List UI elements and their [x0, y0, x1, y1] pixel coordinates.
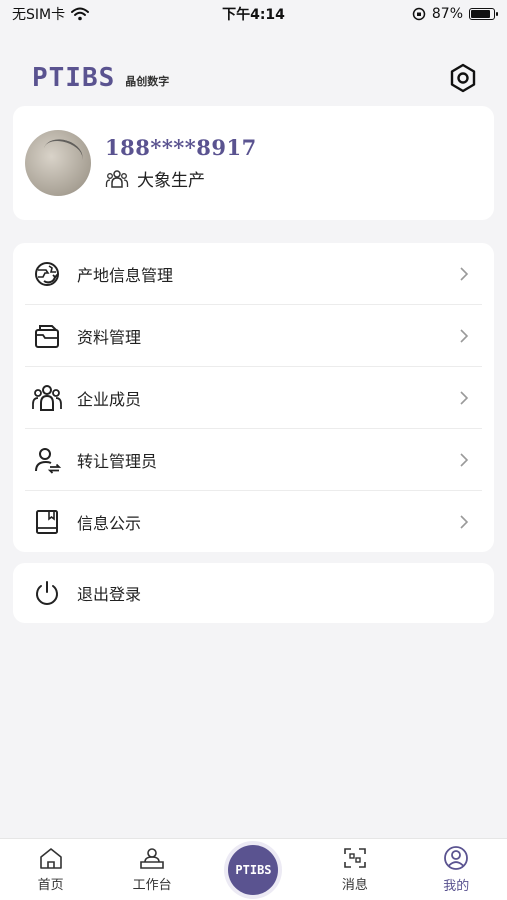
- menu-item-members[interactable]: 企业成员: [25, 367, 482, 429]
- power-icon: [29, 575, 65, 611]
- menu-label-announcement: 信息公示: [77, 514, 142, 533]
- tab-label-workbench: 工作台: [132, 878, 172, 893]
- company-name: 大象生产: [137, 171, 205, 191]
- transfer-user-icon: [29, 442, 65, 478]
- menu-label-members: 企业成员: [77, 389, 142, 409]
- header: PTIBS 晶创数字: [0, 50, 507, 106]
- logo-mark: PTIBS: [32, 63, 116, 93]
- menu-item-documents[interactable]: 资料管理: [25, 305, 482, 367]
- battery-fill: [471, 10, 491, 18]
- chevron-right-icon: [454, 326, 474, 346]
- book-icon: [29, 504, 65, 540]
- status-bar: 无SIM卡 下午4:14 87%: [0, 0, 507, 28]
- menu-label-documents: 资料管理: [77, 327, 142, 347]
- tab-label-home: 首页: [37, 878, 64, 893]
- status-left: 无SIM卡: [12, 4, 90, 24]
- menu-item-transfer-admin[interactable]: 转让管理员: [25, 429, 482, 491]
- tab-workbench[interactable]: 工作台: [107, 846, 197, 893]
- chevron-right-icon: [454, 264, 474, 284]
- menu-item-announcement[interactable]: 信息公示: [25, 491, 482, 553]
- globe-refresh-icon: [29, 256, 65, 292]
- tab-messages[interactable]: 消息: [310, 846, 400, 893]
- menu-item-origin-info[interactable]: 产地信息管理: [25, 243, 482, 305]
- logout-label: 退出登录: [77, 585, 142, 604]
- logo-subtitle: 晶创数字: [125, 75, 170, 88]
- profile-company: 大象生产: [105, 166, 257, 191]
- folder-icon: [29, 318, 65, 354]
- status-right: 87%: [412, 6, 498, 22]
- battery-percent: 87%: [431, 6, 463, 22]
- scan-icon: [344, 848, 366, 868]
- settings-button[interactable]: [447, 62, 479, 94]
- carrier-label: 无SIM卡: [12, 7, 66, 23]
- profile-phone: 188****8917: [105, 135, 257, 160]
- tab-label-mine: 我的: [443, 879, 470, 894]
- app-logo: PTIBS 晶创数字: [32, 63, 169, 93]
- profile-card[interactable]: 188****8917 大象生产: [13, 106, 494, 220]
- center-logo: PTIBS: [228, 844, 279, 895]
- menu-label-transfer-admin: 转让管理员: [77, 451, 158, 471]
- workbench-icon: [140, 848, 164, 869]
- tab-center-logo[interactable]: PTIBS: [208, 844, 298, 895]
- battery-icon: [469, 8, 498, 20]
- profile-info: 188****8917 大象生产: [105, 135, 257, 191]
- orientation-lock-icon: [412, 7, 426, 21]
- tab-mine[interactable]: 我的: [411, 845, 501, 894]
- settings-hex-icon: [450, 63, 476, 93]
- user-icon: [444, 846, 469, 870]
- avatar[interactable]: [25, 130, 91, 196]
- chevron-right-icon: [454, 450, 474, 470]
- home-icon: [39, 848, 62, 869]
- tab-bar: 首页 工作台 PTIBS 消息 我的: [0, 838, 507, 900]
- wifi-icon: [71, 7, 90, 21]
- chevron-right-icon: [454, 512, 474, 532]
- tab-label-messages: 消息: [341, 878, 368, 893]
- members-icon: [29, 380, 65, 416]
- logout-button[interactable]: 退出登录: [13, 563, 494, 623]
- menu-card: 产地信息管理 资料管理 企业成员 转让管理员 信息公示: [13, 243, 494, 552]
- team-icon: [105, 169, 129, 188]
- chevron-right-icon: [454, 388, 474, 408]
- tab-home[interactable]: 首页: [6, 846, 96, 893]
- menu-label-origin-info: 产地信息管理: [77, 265, 174, 285]
